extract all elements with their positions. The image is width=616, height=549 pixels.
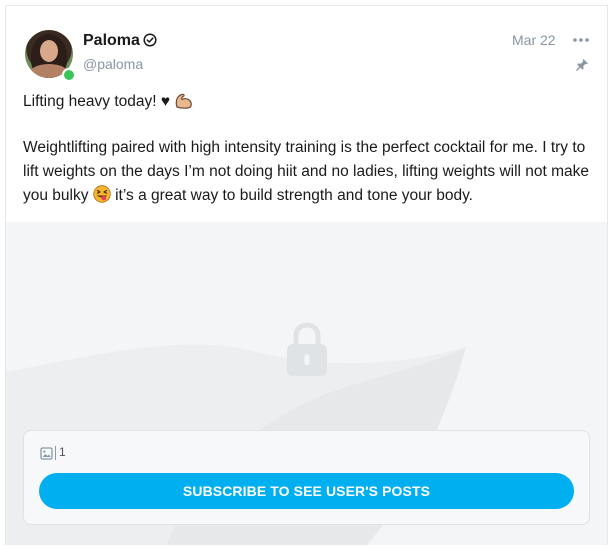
avatar-face: [40, 40, 58, 62]
locked-media-area: 1 SUBSCRIBE TO SEE USER'S POSTS: [6, 222, 607, 545]
post-text-headline: Lifting heavy today! ♥: [23, 90, 598, 114]
squinting-tongue-emoji-icon: [93, 185, 111, 203]
image-icon: [40, 447, 53, 460]
online-status-indicator: [62, 68, 76, 82]
subscribe-button[interactable]: SUBSCRIBE TO SEE USER'S POSTS: [39, 473, 574, 509]
flexed-biceps-emoji-icon: [176, 93, 193, 109]
author-handle[interactable]: @paloma: [83, 56, 143, 72]
pin-icon: [576, 59, 588, 71]
media-count: 1: [59, 445, 66, 459]
subscribe-panel: 1 SUBSCRIBE TO SEE USER'S POSTS: [23, 430, 590, 525]
post-text-body: Weightlifting paired with high intensity…: [23, 136, 598, 208]
post-date[interactable]: Mar 22: [512, 32, 556, 48]
media-divider: [55, 446, 56, 460]
post-headline-text: Lifting heavy today! ♥: [23, 93, 171, 110]
post-card: Paloma @paloma Mar 22 Lifting heavy toda…: [5, 5, 608, 545]
post-body-part2: it’s a great way to build strength and t…: [110, 187, 473, 204]
verified-badge-icon: [143, 33, 157, 47]
author-name[interactable]: Paloma: [83, 32, 140, 50]
lock-icon: [287, 322, 327, 376]
more-options-icon[interactable]: [572, 32, 590, 48]
